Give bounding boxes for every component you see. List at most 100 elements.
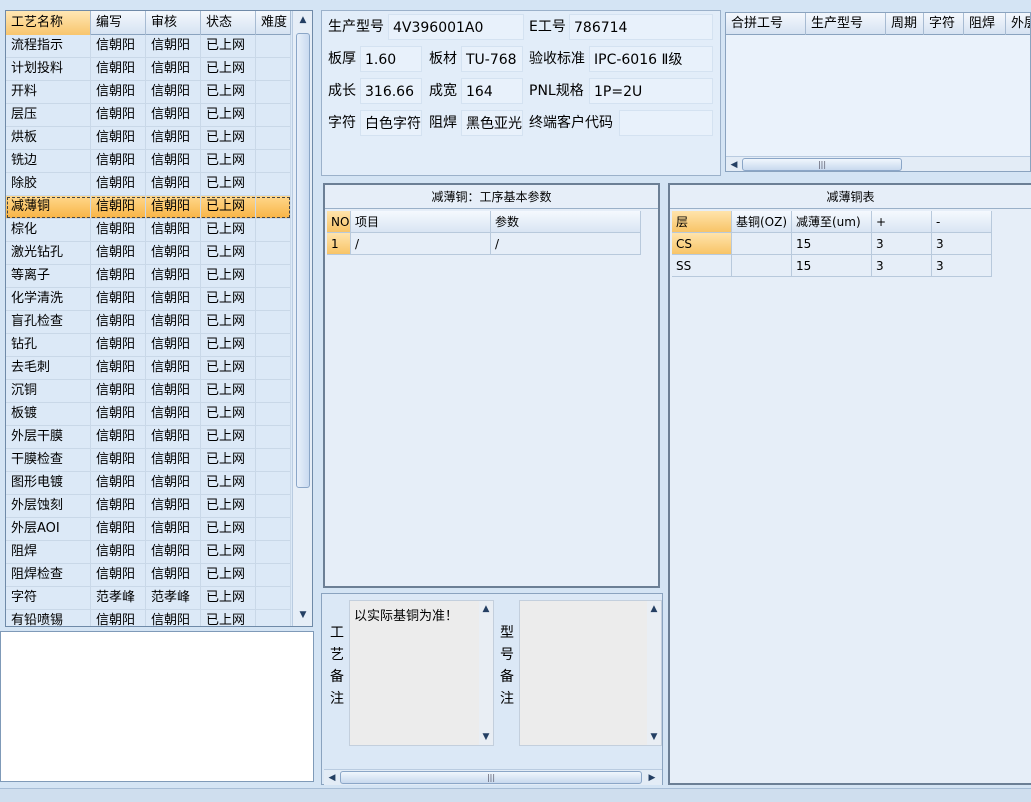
process-note-box[interactable] — [0, 631, 314, 782]
material-label: 板材 — [429, 51, 457, 67]
table-row[interactable]: 铣边 信朝阳 信朝阳 已上网 — [6, 150, 291, 173]
table-row[interactable]: CS 15 3 3 — [672, 233, 992, 255]
column-header[interactable]: 减薄至(um) — [792, 211, 872, 233]
chevron-down-icon[interactable]: ▼ — [297, 608, 309, 622]
table-row[interactable]: 等离子 信朝阳 信朝阳 已上网 — [6, 265, 291, 288]
mask-label: 阻焊 — [429, 115, 457, 131]
scrollbar-thumb[interactable]: ||| — [340, 771, 642, 784]
table-row[interactable]: 板镀 信朝阳 信朝阳 已上网 — [6, 403, 291, 426]
process-grid[interactable]: 工艺名称 编写 审核 状态 难度 流程指示 信朝阳 信朝阳 已上网 计划投料 信朝阳 信朝阳 已上网开… — [5, 10, 313, 627]
column-header[interactable]: 工艺名称 — [6, 11, 91, 35]
table-row[interactable]: 1// — [327, 233, 641, 255]
remarks-hscrollbar[interactable]: ◀ ||| ▶ — [324, 769, 662, 785]
chevron-down-icon[interactable]: ▼ — [480, 730, 492, 744]
table-row[interactable]: 外层蚀刻 信朝阳 信朝阳 已上网 — [6, 495, 291, 518]
table-row[interactable]: 激光钻孔 信朝阳 信朝阳 已上网 — [6, 242, 291, 265]
table-cell: 信朝阳 — [91, 610, 146, 626]
table-row[interactable]: 除胶 信朝阳 信朝阳 已上网 — [6, 173, 291, 196]
table-row[interactable]: 阻焊检查 信朝阳 信朝阳 已上网 — [6, 564, 291, 587]
table-row[interactable]: 字符 范孝峰 范孝峰 已上网 — [6, 587, 291, 610]
column-header[interactable]: 审核 — [146, 11, 201, 35]
table-row[interactable]: 层压 信朝阳 信朝阳 已上网 — [6, 104, 291, 127]
customer-field[interactable] — [619, 110, 713, 136]
table-cell: 已上网 — [201, 449, 256, 471]
table-cell — [256, 403, 291, 425]
table-row[interactable]: 计划投料 信朝阳 信朝阳 已上网 — [6, 58, 291, 81]
memo-scrollbar[interactable]: ▲ ▼ — [479, 601, 493, 745]
table-row[interactable]: 有铅喷锡 信朝阳 信朝阳 已上网 — [6, 610, 291, 626]
scrollbar-thumb[interactable]: ||| — [742, 158, 902, 171]
column-header[interactable]: - — [932, 211, 992, 233]
customer-label: 终端客户代码 — [529, 115, 613, 131]
table-row[interactable]: 盲孔检查 信朝阳 信朝阳 已上网 — [6, 311, 291, 334]
table-row[interactable]: 减薄铜 信朝阳 信朝阳 已上网 — [6, 196, 291, 219]
thin-copper-table[interactable]: 层基铜(OZ) 减薄至(um) + - CS 15 3 3 SS 15 3 3 — [672, 211, 992, 277]
column-header[interactable]: 周期 — [886, 13, 924, 35]
table-cell: 信朝阳 — [146, 35, 201, 57]
width-field[interactable]: 164 — [461, 78, 523, 104]
column-header[interactable]: 生产型号 — [806, 13, 886, 35]
combine-hscrollbar[interactable]: ◀ ||| — [726, 156, 1030, 171]
combine-grid-header: 合拼工号生产型号周期字符阻焊外层 — [726, 13, 1030, 35]
table-row[interactable]: 钻孔 信朝阳 信朝阳 已上网 — [6, 334, 291, 357]
model-field[interactable]: 4V396001A0 — [388, 14, 524, 40]
table-cell: 3 — [932, 233, 992, 255]
chevron-up-icon[interactable]: ▲ — [648, 602, 660, 616]
remarks-panel: 工艺备注 以实际基铜为准！ ▲ ▼ 型号备注 ▲ ▼ ◀ ||| ▶ — [321, 593, 663, 785]
table-row[interactable]: 图形电镀 信朝阳 信朝阳 已上网 — [6, 472, 291, 495]
column-header[interactable]: 基铜(OZ) — [732, 211, 792, 233]
column-header[interactable]: 阻焊 — [964, 13, 1006, 35]
column-header[interactable]: + — [872, 211, 932, 233]
chevron-up-icon[interactable]: ▲ — [480, 602, 492, 616]
scrollbar-thumb[interactable] — [296, 33, 310, 488]
table-row[interactable]: 沉铜 信朝阳 信朝阳 已上网 — [6, 380, 291, 403]
table-cell — [732, 255, 792, 277]
column-header[interactable]: 难度 — [256, 11, 291, 35]
table-cell: 等离子 — [6, 265, 91, 287]
combine-grid[interactable]: 合拼工号生产型号周期字符阻焊外层 ◀ ||| — [725, 12, 1031, 172]
memo-scrollbar[interactable]: ▲ ▼ — [647, 601, 661, 745]
table-row[interactable]: SS 15 3 3 — [672, 255, 992, 277]
chevron-down-icon[interactable]: ▼ — [648, 730, 660, 744]
table-row[interactable]: 干膜检查 信朝阳 信朝阳 已上网 — [6, 449, 291, 472]
column-header[interactable]: 参数 — [491, 211, 641, 233]
table-cell: 有铅喷锡 — [6, 610, 91, 626]
column-header[interactable]: 合拼工号 — [726, 13, 806, 35]
char-field[interactable]: 白色字符 — [360, 110, 422, 136]
column-header[interactable]: 编写 — [91, 11, 146, 35]
table-row[interactable]: 去毛刺 信朝阳 信朝阳 已上网 — [6, 357, 291, 380]
chevron-up-icon[interactable]: ▲ — [297, 13, 309, 27]
table-row[interactable]: 外层干膜 信朝阳 信朝阳 已上网 — [6, 426, 291, 449]
table-row[interactable]: 外层AOI 信朝阳 信朝阳 已上网 — [6, 518, 291, 541]
standard-field[interactable]: IPC-6016 Ⅱ级 — [589, 46, 713, 72]
column-header[interactable]: NO — [327, 211, 351, 233]
pnl-field[interactable]: 1P=2U — [589, 78, 713, 104]
model-remark-field[interactable]: ▲ ▼ — [519, 600, 662, 746]
table-row[interactable]: 烘板 信朝阳 信朝阳 已上网 — [6, 127, 291, 150]
table-row[interactable]: 化学清洗 信朝阳 信朝阳 已上网 — [6, 288, 291, 311]
column-header[interactable]: 外层 — [1006, 13, 1030, 35]
table-row[interactable]: 阻焊 信朝阳 信朝阳 已上网 — [6, 541, 291, 564]
thickness-field[interactable]: 1.60 — [360, 46, 422, 72]
column-header[interactable]: 项目 — [351, 211, 491, 233]
char-label: 字符 — [328, 115, 356, 131]
column-header[interactable]: 字符 — [924, 13, 964, 35]
table-row[interactable]: 开料 信朝阳 信朝阳 已上网 — [6, 81, 291, 104]
material-field[interactable]: TU-768 — [461, 46, 523, 72]
table-cell: 盲孔检查 — [6, 311, 91, 333]
column-header[interactable]: 状态 — [201, 11, 256, 35]
chevron-left-icon[interactable]: ◀ — [728, 158, 740, 171]
process-grid-scrollbar[interactable]: ▲ ▼ — [292, 11, 312, 626]
process-remark-field[interactable]: 以实际基铜为准！ ▲ ▼ — [349, 600, 494, 746]
params-table[interactable]: NO 项目 参数 1// — [327, 211, 641, 255]
length-field[interactable]: 316.66 — [360, 78, 422, 104]
mask-field[interactable]: 黑色亚光 — [461, 110, 523, 136]
table-cell: 外层干膜 — [6, 426, 91, 448]
chevron-right-icon[interactable]: ▶ — [646, 771, 658, 785]
table-row[interactable]: 棕化 信朝阳 信朝阳 已上网 — [6, 219, 291, 242]
table-cell — [256, 472, 291, 494]
chevron-left-icon[interactable]: ◀ — [326, 771, 338, 785]
table-row[interactable]: 流程指示 信朝阳 信朝阳 已上网 — [6, 35, 291, 58]
eno-field[interactable]: 786714 — [569, 14, 713, 40]
column-header[interactable]: 层 — [672, 211, 732, 233]
